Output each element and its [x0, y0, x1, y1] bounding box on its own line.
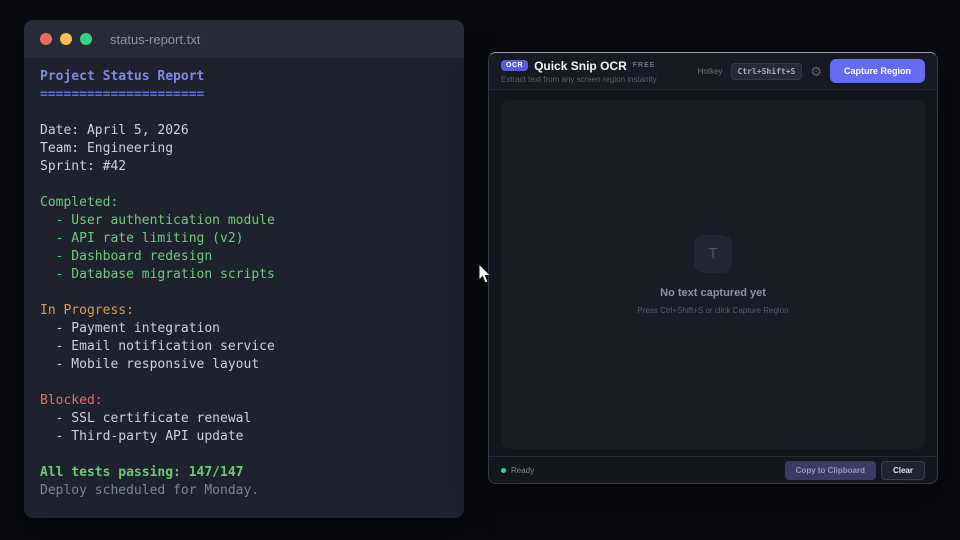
close-button[interactable]: [40, 33, 52, 45]
editor-line: - API rate limiting (v2): [40, 231, 244, 246]
editor-line: All tests passing: 147/147: [40, 465, 244, 480]
editor-line: Project Status Report: [40, 69, 205, 84]
app-subtitle: Extract text from any screen region inst…: [501, 74, 657, 84]
ocr-app-window: OCR Quick Snip OCR FREE Extract text fro…: [488, 52, 938, 484]
editor-line: - User authentication module: [40, 213, 275, 228]
empty-state-hint: Press Ctrl+Shift+S or click Capture Regi…: [637, 305, 789, 315]
editor-line: - Mobile responsive layout: [40, 357, 260, 372]
ocr-header-right: Hotkey Ctrl+Shift+S ⚙ Capture Region: [698, 59, 925, 83]
ocr-content-area: T No text captured yet Press Ctrl+Shift+…: [489, 90, 937, 456]
captured-text-panel: T No text captured yet Press Ctrl+Shift+…: [501, 100, 925, 449]
status-dot: [501, 467, 506, 473]
editor-window: status-report.txt Project Status Report =…: [24, 20, 464, 518]
traffic-lights: [40, 33, 92, 45]
editor-line: - Payment integration: [40, 321, 221, 336]
text-placeholder-icon: T: [694, 234, 732, 273]
editor-line: In Progress:: [40, 303, 134, 318]
ocr-header-left: OCR Quick Snip OCR FREE Extract text fro…: [501, 59, 657, 84]
ocr-footer: Ready Copy to Clipboard Clear: [489, 456, 937, 483]
status-text: Ready: [511, 465, 535, 475]
copy-to-clipboard-button[interactable]: Copy to Clipboard: [784, 460, 876, 480]
minimize-button[interactable]: [60, 33, 72, 45]
editor-line: Completed:: [40, 195, 119, 210]
hotkey-badge: Ctrl+Shift+S: [730, 62, 803, 80]
editor-line: Sprint: #42: [40, 159, 127, 174]
editor-line: - Database migration scripts: [40, 267, 275, 282]
editor-line: - SSL certificate renewal: [40, 411, 252, 426]
clear-button[interactable]: Clear: [880, 460, 925, 480]
gear-icon[interactable]: ⚙: [810, 65, 822, 78]
editor-line: Team: Engineering: [40, 141, 174, 156]
editor-line: Blocked:: [40, 393, 103, 408]
editor-line: - Dashboard redesign: [40, 249, 213, 264]
editor-line: Date: April 5, 2026: [40, 123, 189, 138]
editor-window-title: status-report.txt: [110, 31, 201, 47]
ocr-logo-badge: OCR: [501, 60, 529, 71]
editor-line: Deploy scheduled for Monday.: [40, 483, 260, 498]
editor-titlebar[interactable]: status-report.txt: [24, 20, 464, 58]
maximize-button[interactable]: [80, 33, 92, 45]
editor-line: - Third-party API update: [40, 429, 244, 444]
ocr-header: OCR Quick Snip OCR FREE Extract text fro…: [489, 53, 937, 90]
empty-state-title: No text captured yet: [660, 286, 766, 299]
editor-line: - Email notification service: [40, 339, 275, 354]
mouse-cursor: [478, 262, 493, 290]
capture-region-button[interactable]: Capture Region: [829, 59, 925, 83]
hotkey-label: Hotkey: [697, 66, 723, 76]
editor-text-area[interactable]: Project Status Report ===================…: [24, 58, 464, 500]
app-title: Quick Snip OCR: [534, 58, 627, 73]
plan-badge: FREE: [632, 62, 656, 69]
editor-line: =====================: [40, 87, 205, 102]
